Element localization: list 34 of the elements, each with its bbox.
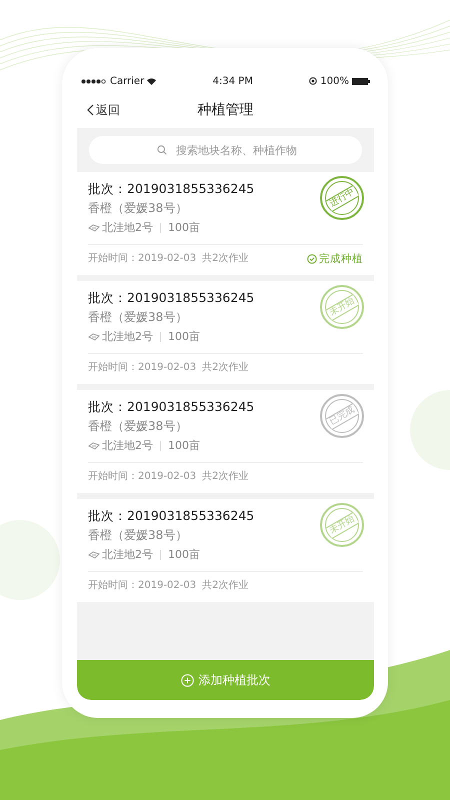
crop-name: 香橙（爱媛38号） (88, 418, 188, 435)
crop-name: 香橙（爱媛38号） (88, 309, 188, 326)
batch-card[interactable]: 未开始 批次：2019031855336245 香橙（爱媛38号） 北洼地2号 100亩 开始时间：2019-02-03 共2次作业 (77, 281, 374, 384)
batch-number: 批次：2019031855336245 (88, 398, 254, 416)
start-date: 开始时间：2019-02-03 (88, 578, 196, 593)
plot-name: 北洼地2号 (102, 438, 153, 454)
plot-name: 北洼地2号 (102, 329, 153, 345)
search-field[interactable]: 搜索地块名称、种植作物 (89, 136, 362, 164)
job-count: 共2次作业 (202, 252, 248, 266)
start-date: 开始时间：2019-02-03 (88, 252, 196, 266)
batch-number: 批次：2019031855336245 (88, 180, 254, 198)
plot-area: 100亩 (168, 327, 200, 347)
job-count: 共2次作业 (202, 578, 248, 593)
batch-number: 批次：2019031855336245 (88, 289, 254, 307)
plot-name: 北洼地2号 (102, 220, 153, 236)
carrier-text: Carrier (110, 74, 144, 88)
battery-text: 100% (320, 74, 349, 88)
start-date: 开始时间：2019-02-03 (88, 470, 196, 484)
plot-name: 北洼地2号 (102, 547, 153, 563)
back-button[interactable]: 返回 (77, 101, 120, 119)
clock-text: 4:34 PM (212, 74, 253, 88)
job-count: 共2次作业 (202, 360, 248, 375)
batch-card[interactable]: 已完成 批次：2019031855336245 香橙（爱媛38号） 北洼地2号 100亩 开始时间：2019-02-03 共2次作业 (77, 390, 374, 493)
page-title: 种植管理 (198, 100, 254, 120)
job-count: 共2次作业 (202, 470, 248, 484)
crop-name: 香橙（爱媛38号） (88, 527, 188, 544)
start-date: 开始时间：2019-02-03 (88, 360, 196, 375)
crop-name: 香橙（爱媛38号） (88, 200, 188, 217)
plot-area: 100亩 (168, 218, 200, 238)
batch-number: 批次：2019031855336245 (88, 507, 254, 525)
batch-card[interactable]: 未开始 批次：2019031855336245 香橙（爱媛38号） 北洼地2号 100亩 开始时间：2019-02-03 共2次作业 (77, 499, 374, 602)
plot-area: 100亩 (168, 436, 200, 456)
plot-area: 100亩 (168, 545, 200, 565)
batch-card[interactable]: 进行中 批次：2019031855336245 香橙（爱媛38号） 北洼地2号 100亩 开始时间：2019-02-03 共2次作业 完成种植 (77, 172, 374, 275)
